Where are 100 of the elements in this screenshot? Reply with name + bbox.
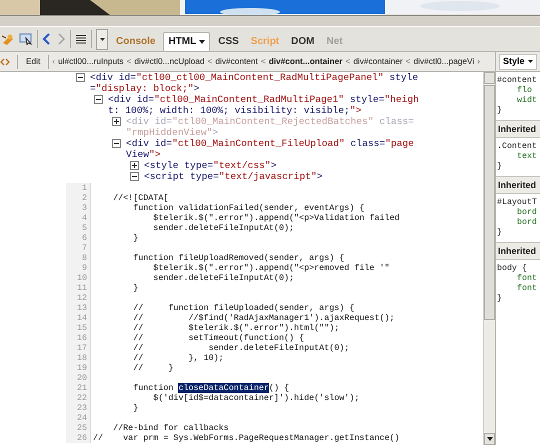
line-number: 25 bbox=[66, 423, 91, 433]
code-line: // setTimeout(function() { bbox=[132, 333, 304, 343]
css-property: flo bbox=[516, 86, 533, 96]
markup-line: "rmpHiddenView"> bbox=[126, 127, 220, 138]
line-number: 5 bbox=[66, 223, 91, 233]
caret-icon bbox=[100, 38, 104, 40]
collapse-icon[interactable] bbox=[76, 73, 85, 82]
css-selector: } bbox=[497, 162, 503, 172]
breadcrumb-item[interactable]: ul#ctl00...ruInputs bbox=[58, 55, 124, 68]
css-selector: } bbox=[497, 294, 503, 304]
section-header: Inherited bbox=[496, 120, 540, 138]
scroll-right-button[interactable]: › bbox=[477, 55, 480, 68]
tab[interactable]: CSS bbox=[214, 32, 243, 50]
line-number: 17 bbox=[66, 343, 91, 353]
code-line: $telerik.$(".error").append("<p>removed file '" bbox=[152, 263, 390, 273]
scrollbar[interactable] bbox=[483, 72, 495, 445]
line-number: 3 bbox=[66, 203, 91, 213]
line-number: 10 bbox=[66, 273, 91, 283]
breadcrumb-item[interactable]: div#content bbox=[215, 55, 258, 68]
firebug-icon[interactable] bbox=[1, 33, 15, 45]
separator: < bbox=[345, 55, 350, 68]
markup-line: <style type="text/css"> bbox=[144, 160, 276, 171]
css-selector: body { bbox=[497, 264, 528, 274]
line-number: 24 bbox=[66, 413, 91, 423]
code-line: sender.deleteFileInputAt(0); bbox=[152, 223, 294, 233]
css-property: font bbox=[516, 274, 538, 284]
markup-line: <div id="ctl00_MainContent_RadMultiPage1" style="heigh bbox=[108, 94, 419, 105]
markup-line: <div id="ctl00_MainContent_RejectedBatches" class= bbox=[126, 116, 414, 127]
menu-icon[interactable] bbox=[75, 34, 87, 44]
line-number: 6 bbox=[66, 233, 91, 243]
line-number: 16 bbox=[66, 333, 91, 343]
tab[interactable]: HTML bbox=[163, 32, 210, 50]
expand-icon[interactable] bbox=[112, 117, 121, 126]
code-line: // } bbox=[132, 363, 174, 373]
line-number: 19 bbox=[66, 363, 91, 373]
code-line: // $telerik.$(".error").html(""); bbox=[132, 323, 340, 333]
back-icon[interactable] bbox=[42, 33, 52, 45]
breadcrumb-item[interactable]: div#ctl0...ncUpload bbox=[134, 55, 205, 68]
line-number: 15 bbox=[66, 323, 91, 333]
code-icon[interactable] bbox=[0, 56, 10, 66]
line-number: 26 bbox=[66, 433, 91, 443]
section-header: Inherited bbox=[496, 242, 540, 260]
separator: < bbox=[260, 55, 266, 68]
code-line: } bbox=[132, 283, 138, 293]
code-line: $('div[id$=datacontainer]').hide('slow'); bbox=[152, 393, 360, 403]
line-number: 13 bbox=[66, 303, 91, 313]
code-line: function validationFailed(sender, eventArgs) { bbox=[132, 203, 364, 213]
code-line: //Re-bind for callbacks bbox=[112, 423, 229, 433]
line-number: 2 bbox=[66, 193, 91, 203]
line-number: 23 bbox=[66, 403, 91, 413]
code-line: // //$find('RadAjaxManager1').ajaxRequest(); bbox=[132, 313, 395, 323]
collapse-icon[interactable] bbox=[112, 139, 121, 148]
breadcrumb-item[interactable]: div#cont...ontainer bbox=[268, 55, 342, 68]
markup-line: ="display: block;"> bbox=[90, 83, 200, 94]
selected-text: closeDataContainer bbox=[178, 383, 269, 393]
scroll-left-button[interactable]: ‹ bbox=[52, 55, 56, 68]
css-selector: #LayoutT bbox=[497, 198, 538, 208]
line-number: 21 bbox=[66, 383, 91, 393]
code-line: } bbox=[132, 233, 138, 243]
section-header: Inherited bbox=[496, 176, 540, 194]
code-line: // sender.deleteFileInputAt(0); bbox=[132, 343, 350, 353]
code-line: } bbox=[132, 403, 138, 413]
collapse-icon[interactable] bbox=[130, 172, 139, 181]
separator: < bbox=[406, 55, 411, 68]
caret-icon bbox=[528, 60, 533, 63]
scrollbar-thumb[interactable] bbox=[484, 85, 495, 320]
scroll-down-button[interactable] bbox=[484, 433, 495, 445]
markup-line: t: 100%; width: 100%; visibility: visible;"> bbox=[108, 105, 362, 116]
code-line: // function fileUploaded(sender, args) { bbox=[132, 303, 354, 313]
breadcrumb-item[interactable]: div#ctl0...pageVi bbox=[414, 55, 474, 68]
separator: < bbox=[208, 55, 212, 68]
css-selector: } bbox=[497, 106, 503, 116]
collapse-icon[interactable] bbox=[94, 95, 103, 104]
markup-line: <script type="text/javascript"> bbox=[144, 171, 322, 182]
caret-icon bbox=[486, 437, 492, 441]
line-number: 12 bbox=[66, 293, 91, 303]
edit-button[interactable]: Edit bbox=[21, 55, 46, 68]
breadcrumb-item[interactable]: div#container bbox=[353, 55, 403, 68]
css-selector: .Content bbox=[497, 142, 538, 152]
line-number: 20 bbox=[66, 373, 91, 383]
tab[interactable]: DOM bbox=[287, 32, 318, 50]
css-property: text bbox=[516, 152, 538, 162]
line-number: 1 bbox=[66, 183, 91, 193]
css-property: font bbox=[516, 284, 538, 294]
style-menu-button[interactable]: Style bbox=[499, 54, 537, 70]
code-line: function fileUploadRemoved(sender, args) { bbox=[132, 253, 344, 263]
code-line: //<![CDATA[ bbox=[112, 193, 168, 203]
line-number: 8 bbox=[66, 253, 91, 263]
css-property: widt bbox=[516, 96, 538, 106]
dropdown-button[interactable] bbox=[96, 28, 108, 50]
inspect-icon[interactable] bbox=[19, 33, 33, 45]
separator: < bbox=[126, 55, 132, 68]
css-selector: #content bbox=[497, 76, 538, 86]
line-number: 14 bbox=[66, 313, 91, 323]
code-line: $telerik.$(".error").append("<p>Validation failed bbox=[152, 213, 400, 223]
expand-icon[interactable] bbox=[130, 161, 139, 170]
markup-line: <div id="ctl00_ctl00_MainContent_RadMultiPagePanel" style bbox=[90, 72, 418, 83]
code-line: // }, 10); bbox=[132, 353, 224, 363]
line-number: 22 bbox=[66, 393, 91, 403]
line-number: 18 bbox=[66, 353, 91, 363]
